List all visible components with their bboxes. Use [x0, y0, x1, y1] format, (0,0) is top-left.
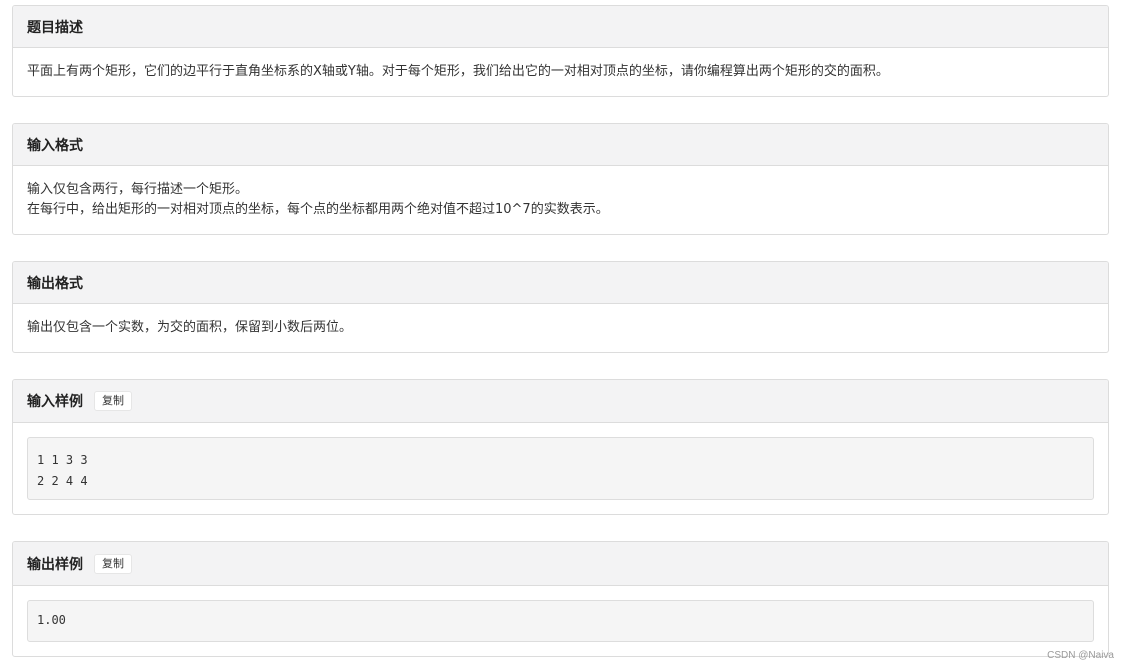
input-sample-panel: 输入样例 复制 1 1 3 3 2 2 4 4 — [12, 379, 1109, 515]
input-format-panel: 输入格式 输入仅包含两行，每行描述一个矩形。 在每行中，给出矩形的一对相对顶点的… — [12, 123, 1109, 235]
input-sample-code[interactable]: 1 1 3 3 2 2 4 4 — [27, 437, 1094, 500]
input-sample-title: 输入样例 — [27, 394, 83, 410]
output-sample-code-line: 1.00 — [37, 613, 66, 627]
output-sample-title: 输出样例 — [27, 556, 83, 573]
output-format-header: 输出格式 — [13, 262, 1108, 304]
output-format-line: 输出仅包含一个实数，为交的面积，保留到小数后两位。 — [27, 320, 353, 335]
output-format-body: 输出仅包含一个实数，为交的面积，保留到小数后两位。 — [13, 304, 1108, 338]
description-title: 题目描述 — [27, 19, 83, 36]
input-format-line: 输入仅包含两行，每行描述一个矩形。 — [27, 182, 249, 197]
output-format-panel: 输出格式 输出仅包含一个实数，为交的面积，保留到小数后两位。 — [12, 261, 1109, 353]
description-body: 平面上有两个矩形，它们的边平行于直角坐标系的X轴或Y轴。对于每个矩形，我们给出它… — [13, 48, 1108, 82]
input-sample-copy-button[interactable]: 复制 — [94, 391, 132, 411]
input-sample-code-line: 2 2 4 4 — [37, 474, 88, 488]
output-format-title: 输出格式 — [27, 275, 83, 292]
description-header: 题目描述 — [13, 6, 1108, 48]
input-format-title: 输入格式 — [27, 137, 83, 154]
input-sample-code-line: 1 1 3 3 — [37, 453, 88, 467]
input-format-body: 输入仅包含两行，每行描述一个矩形。 在每行中，给出矩形的一对相对顶点的坐标，每个… — [13, 166, 1108, 220]
output-sample-code[interactable]: 1.00 — [27, 600, 1094, 642]
input-format-header: 输入格式 — [13, 124, 1108, 166]
output-sample-copy-button[interactable]: 复制 — [94, 553, 132, 574]
input-format-line: 在每行中，给出矩形的一对相对顶点的坐标，每个点的坐标都用两个绝对值不超过10^7… — [27, 202, 609, 217]
watermark: CSDN @Naiva — [1047, 650, 1114, 661]
description-line: 平面上有两个矩形，它们的边平行于直角坐标系的X轴或Y轴。对于每个矩形，我们给出它… — [27, 64, 889, 79]
description-panel: 题目描述 平面上有两个矩形，它们的边平行于直角坐标系的X轴或Y轴。对于每个矩形，… — [12, 5, 1109, 97]
input-sample-header: 输入样例 复制 — [13, 380, 1108, 423]
output-sample-panel: 输出样例 复制 1.00 — [12, 541, 1109, 657]
output-sample-header: 输出样例 复制 — [13, 542, 1108, 586]
